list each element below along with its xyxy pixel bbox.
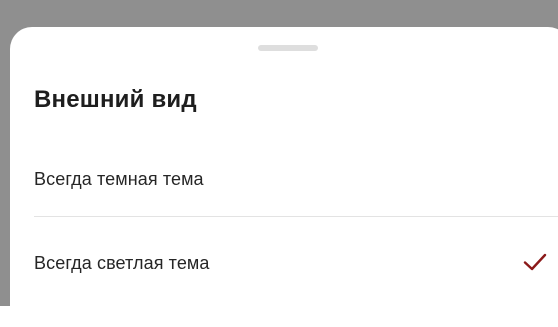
option-always-light-theme[interactable]: Всегда светлая тема [34, 239, 558, 287]
option-label: Всегда темная тема [34, 168, 204, 189]
check-icon [523, 253, 547, 271]
appearance-bottom-sheet: Внешний вид Всегда темная тема Всегда св… [10, 27, 558, 327]
sheet-drag-handle[interactable] [258, 45, 318, 51]
divider [34, 216, 558, 217]
sheet-title: Внешний вид [34, 86, 197, 113]
option-label: Всегда светлая тема [34, 252, 210, 273]
option-always-dark-theme[interactable]: Всегда темная тема [34, 155, 558, 203]
